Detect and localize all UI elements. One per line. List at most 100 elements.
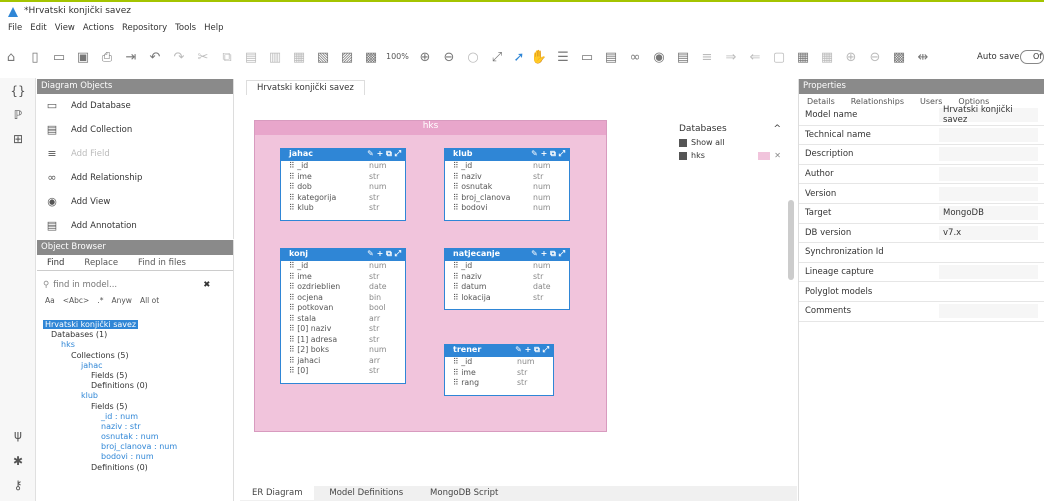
add-view-item[interactable]: ◉ Add View: [37, 190, 233, 214]
tree-field[interactable]: naziv : str: [43, 422, 177, 432]
field-row[interactable]: ⠿ [0] naziv str: [281, 324, 405, 335]
property-value[interactable]: [939, 127, 1038, 142]
add-collection-item[interactable]: ▤ Add Collection: [37, 118, 233, 142]
zoom-out-icon[interactable]: ⊖: [440, 48, 458, 66]
indent-icon[interactable]: ⇒: [722, 48, 740, 66]
field-row[interactable]: ⠿ klub str: [281, 203, 405, 214]
add-field-item[interactable]: ≡ Add Field: [37, 142, 233, 166]
match-case-option[interactable]: Aa: [45, 296, 55, 305]
add-collection-icon[interactable]: ▭: [578, 48, 596, 66]
tree-jahac-fields[interactable]: Fields (5): [43, 371, 177, 381]
tree-collections[interactable]: Collections (5): [43, 351, 177, 361]
field-row[interactable]: ⠿ ocjena bin: [281, 293, 405, 304]
tree-field[interactable]: osnutak : num: [43, 432, 177, 442]
copy-icon[interactable]: ⧉: [218, 48, 236, 66]
field-row[interactable]: ⠿ bodovi num: [445, 203, 569, 214]
layout-icon[interactable]: ▧: [314, 48, 332, 66]
open-folder-icon[interactable]: ▭: [50, 48, 68, 66]
expand-icon[interactable]: ⤢: [488, 48, 506, 66]
property-value[interactable]: [939, 284, 1038, 299]
relationship-icon[interactable]: ∞: [626, 48, 644, 66]
undo-icon[interactable]: ↶: [146, 48, 164, 66]
field-row[interactable]: ⠿ ozdrieblien date: [281, 282, 405, 293]
field-row[interactable]: ⠿ _id num: [445, 161, 569, 172]
zoom-in-icon[interactable]: ⊕: [416, 48, 434, 66]
tree-root[interactable]: Hrvatski konjički savez: [43, 320, 139, 329]
hand-icon[interactable]: ✋: [530, 48, 548, 66]
outdent-icon[interactable]: ⇐: [746, 48, 764, 66]
property-value[interactable]: v7.x: [939, 225, 1038, 240]
tree-jahac-definitions[interactable]: Definitions (0): [43, 381, 177, 391]
report2-icon[interactable]: ▦: [818, 48, 836, 66]
menu-tools[interactable]: Tools: [175, 23, 196, 33]
pointer-icon[interactable]: ➚: [510, 48, 528, 66]
menu-repository[interactable]: Repository: [122, 23, 167, 33]
tree-klub[interactable]: klub: [43, 391, 177, 401]
collection-header[interactable]: trener ✎ + ⧉ ⤢: [445, 345, 553, 357]
property-value[interactable]: Hrvatski konjički savez: [939, 105, 1038, 125]
collection-actions-icon[interactable]: ✎ + ⧉ ⤢: [367, 249, 401, 261]
field-row[interactable]: ⠿ naziv str: [445, 272, 569, 283]
whole-word-option[interactable]: <Abc>: [63, 296, 90, 305]
menu-help[interactable]: Help: [204, 23, 223, 33]
tab-mongodb-script[interactable]: MongoDB Script: [418, 486, 510, 500]
tab-details[interactable]: Details: [799, 97, 843, 106]
add-annotation-item[interactable]: ▤ Add Annotation: [37, 214, 233, 238]
field-row[interactable]: ⠿ ime str: [445, 368, 553, 379]
down-icon[interactable]: ⊖: [866, 48, 884, 66]
clipboard-icon[interactable]: ▦: [290, 48, 308, 66]
field-row[interactable]: ⠿ potkovan bool: [281, 303, 405, 314]
property-value[interactable]: MongoDB: [939, 206, 1038, 221]
tree-field[interactable]: broj_clanova : num: [43, 442, 177, 452]
grid-icon[interactable]: ▩: [362, 48, 380, 66]
collection-konj[interactable]: konj ✎ + ⧉ ⤢ ⠿ _id num ⠿ ime str ⠿ ozdrieblien…: [280, 248, 406, 384]
align-icon[interactable]: ▨: [338, 48, 356, 66]
pin-icon[interactable]: ℙ: [8, 108, 28, 128]
color-swatch[interactable]: [758, 151, 771, 160]
format-icon[interactable]: ≡: [698, 48, 716, 66]
new-file-icon[interactable]: ▯: [26, 48, 44, 66]
delete-icon[interactable]: ▥: [266, 48, 284, 66]
chart-icon[interactable]: ▩: [890, 48, 908, 66]
collection-jahac[interactable]: jahac ✎ + ⧉ ⤢ ⠿ _id num ⠿ ime str ⠿ dob num ⠿ ka…: [280, 148, 406, 221]
window-icon[interactable]: ▢: [770, 48, 788, 66]
field-row[interactable]: ⠿ _id num: [445, 357, 553, 368]
menu-file[interactable]: File: [8, 23, 22, 33]
view-icon[interactable]: ◉: [650, 48, 668, 66]
collection-natjecanje[interactable]: natjecanje ✎ + ⧉ ⤢ ⠿ _id num ⠿ naziv str ⠿ dat…: [444, 248, 570, 310]
field-row[interactable]: ⠿ lokacija str: [445, 293, 569, 304]
tree-hks[interactable]: hks: [43, 340, 177, 350]
add-relationship-item[interactable]: ∞ Add Relationship: [37, 166, 233, 190]
tab-find-in-files[interactable]: Find in files: [128, 255, 196, 270]
collection-header[interactable]: natjecanje ✎ + ⧉ ⤢: [445, 249, 569, 261]
field-row[interactable]: ⠿ [1] adresa str: [281, 335, 405, 346]
home-icon[interactable]: ⌂: [2, 48, 20, 66]
remove-icon[interactable]: ✕: [774, 151, 781, 160]
save-icon[interactable]: ▣: [74, 48, 92, 66]
field-row[interactable]: ⠿ naziv str: [445, 172, 569, 183]
add-database-item[interactable]: ▭ Add Database: [37, 94, 233, 118]
property-value[interactable]: [939, 186, 1038, 201]
field-row[interactable]: ⠿ ime str: [281, 172, 405, 183]
collection-actions-icon[interactable]: ✎ + ⧉ ⤢: [367, 149, 401, 161]
field-row[interactable]: ⠿ kategorija str: [281, 193, 405, 204]
editor-tab[interactable]: Hrvatski konjički savez: [246, 80, 365, 95]
field-row[interactable]: ⠿ stala arr: [281, 314, 405, 325]
field-row[interactable]: ⠿ jahaci arr: [281, 356, 405, 367]
field-row[interactable]: ⠿ rang str: [445, 378, 553, 389]
collection-actions-icon[interactable]: ✎ + ⧉ ⤢: [515, 345, 549, 357]
table-icon[interactable]: ⊞: [8, 132, 28, 152]
regex-option[interactable]: .*: [97, 296, 103, 305]
list-icon[interactable]: ☰: [554, 48, 572, 66]
show-all-checkbox[interactable]: [679, 138, 687, 147]
field-row[interactable]: ⠿ [2] boks num: [281, 345, 405, 356]
annotation-icon[interactable]: ▤: [674, 48, 692, 66]
property-value[interactable]: [939, 304, 1038, 319]
collection-header[interactable]: konj ✎ + ⧉ ⤢: [281, 249, 405, 261]
collapse-icon[interactable]: ^: [773, 124, 781, 134]
tab-relationships[interactable]: Relationships: [843, 97, 912, 106]
paste-icon[interactable]: ▤: [242, 48, 260, 66]
tree-jahac[interactable]: jahac: [43, 361, 177, 371]
search-input[interactable]: [53, 280, 204, 290]
field-row[interactable]: ⠿ osnutak num: [445, 182, 569, 193]
